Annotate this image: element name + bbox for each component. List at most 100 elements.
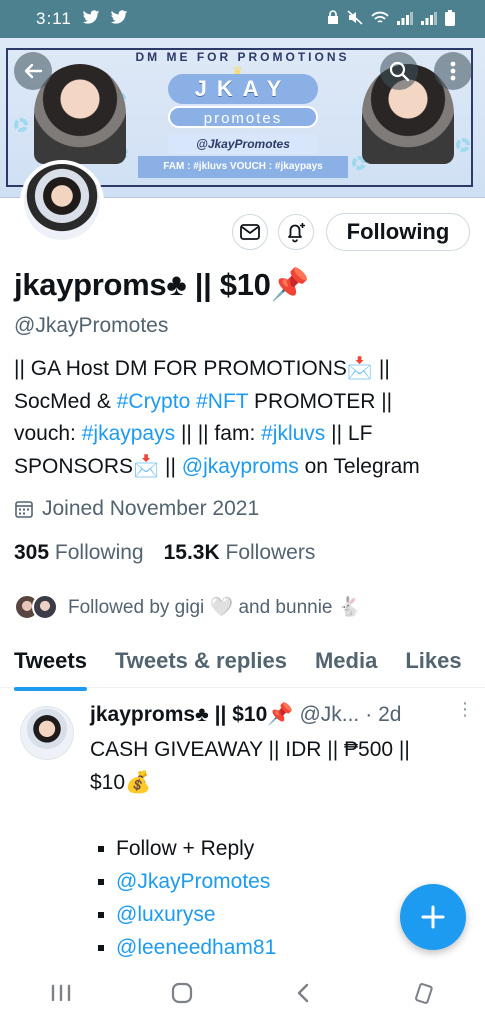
joined-text: Joined November 2021 xyxy=(42,497,260,520)
bullet-icon xyxy=(98,878,104,885)
tweet-author-handle[interactable]: @Jk... xyxy=(299,703,359,727)
bio-text: on Telegram xyxy=(298,454,420,478)
tab-tweets[interactable]: Tweets xyxy=(0,640,101,691)
wifi-icon xyxy=(371,11,389,28)
plus-icon xyxy=(421,905,445,929)
twitter-icon xyxy=(110,9,128,29)
bio-text: || LF xyxy=(325,422,373,445)
tweet-line: CASH GIVEAWAY || IDR || ₱500 || xyxy=(90,738,410,761)
tweet-text: CASH GIVEAWAY || IDR || ₱500 || $10💰 xyxy=(90,733,464,799)
status-left: 3:11 xyxy=(36,9,128,29)
tab-tweets-replies[interactable]: Tweets & replies xyxy=(101,640,301,687)
hashtag-link[interactable]: #Crypto xyxy=(117,390,191,413)
lock-icon xyxy=(327,10,339,28)
back-nav-button[interactable] xyxy=(281,971,325,1015)
bio-text: PROMOTER || xyxy=(248,389,393,413)
joined-date: Joined November 2021 xyxy=(14,497,259,521)
bullet-icon xyxy=(98,911,104,918)
mention-link[interactable]: @leeneedham81 xyxy=(116,931,276,964)
tweet-avatar[interactable] xyxy=(20,706,74,760)
mention-link[interactable]: @JkayPromotes xyxy=(116,865,270,898)
follow-stats: 305 Following 15.3K Followers xyxy=(14,541,315,565)
list-item-text: Follow + Reply xyxy=(116,837,255,860)
tweet-time: · 2d xyxy=(365,703,402,726)
home-button[interactable] xyxy=(160,971,204,1015)
rotate-button[interactable] xyxy=(402,971,446,1015)
mute-icon xyxy=(347,10,363,28)
system-nav-bar xyxy=(0,962,485,1024)
hashtag-link[interactable]: #NFT xyxy=(196,390,248,413)
bio-text: || || fam: xyxy=(175,422,262,445)
status-bar: 3:11 xyxy=(0,0,485,38)
banner-tags: FAM : #jkluvs VOUCH : #jkaypays xyxy=(138,156,348,178)
profile-bio: || GA Host DM FOR PROMOTIONS📩 || SocMed … xyxy=(14,353,472,483)
bio-text: vouch: xyxy=(14,422,82,445)
chevron-left-icon xyxy=(297,983,309,1003)
back-button[interactable] xyxy=(14,52,52,90)
battery-icon xyxy=(445,9,455,29)
signal-icon xyxy=(421,11,437,28)
notifications-button[interactable] xyxy=(278,214,314,250)
bio-text: || GA Host DM FOR PROMOTIONS📩 || xyxy=(14,357,390,380)
search-button[interactable] xyxy=(380,52,418,90)
avatar-image xyxy=(24,164,100,240)
following-stat[interactable]: 305 Following xyxy=(14,541,144,565)
followers-stat[interactable]: 15.3K Followers xyxy=(164,541,316,565)
hashtag-link[interactable]: #jkluvs xyxy=(261,422,325,445)
twitter-icon xyxy=(82,9,100,29)
home-icon xyxy=(171,982,192,1004)
compose-tweet-button[interactable] xyxy=(400,884,466,950)
status-right xyxy=(327,9,455,29)
following-label: Following xyxy=(54,541,144,564)
more-options-button[interactable] xyxy=(434,52,472,90)
bio-text: SocMed & xyxy=(14,389,117,413)
mention-link[interactable]: @jkayproms xyxy=(182,455,299,478)
message-button[interactable] xyxy=(232,214,268,250)
following-button[interactable]: Following xyxy=(326,213,470,251)
profile-handle: @JkayPromotes xyxy=(14,314,169,337)
bullet-icon xyxy=(98,845,104,852)
recent-apps-icon xyxy=(51,984,70,1002)
bio-text: SPONSORS📩 || xyxy=(14,454,182,478)
avatar xyxy=(32,594,58,620)
following-count: 305 xyxy=(14,541,50,564)
tweet-more-icon[interactable]: ⋮ xyxy=(456,700,474,724)
recent-apps-button[interactable] xyxy=(39,971,83,1015)
status-time: 3:11 xyxy=(36,9,72,28)
tweet-header: jkayproms♣ || $10📌 @Jk... · 2d xyxy=(90,703,470,727)
hashtag-link[interactable]: #jkaypays xyxy=(82,422,175,445)
display-name: jkayproms♣ || $10📌 xyxy=(14,267,309,302)
bio-line: SocMed & #Crypto #NFT PROMOTER || xyxy=(14,386,472,419)
back-arrow-icon xyxy=(24,63,43,79)
bio-line: vouch: #jkaypays || || fam: #jkluvs || L… xyxy=(14,418,472,451)
mutual-avatars xyxy=(14,594,58,620)
tab-media[interactable]: Media xyxy=(301,640,391,687)
list-item: @JkayPromotes xyxy=(98,865,276,898)
rotate-icon xyxy=(415,983,434,1004)
banner-decoration xyxy=(456,138,470,152)
banner-brand-subtitle: promotes xyxy=(168,106,318,128)
more-vertical-icon xyxy=(450,61,456,81)
calendar-icon xyxy=(15,501,33,518)
list-item: Follow + Reply xyxy=(98,832,276,865)
tweet-author-name[interactable]: jkayproms♣ || $10📌 xyxy=(90,703,293,727)
banner-decoration xyxy=(14,118,28,132)
bell-plus-icon xyxy=(288,223,305,243)
profile-avatar[interactable] xyxy=(20,160,104,244)
list-item: @leeneedham81 xyxy=(98,931,276,964)
profile-tabs: Tweets Tweets & replies Media Likes xyxy=(0,640,485,691)
banner-handle: @JkayPromotes xyxy=(168,134,318,154)
mention-link[interactable]: @luxuryse xyxy=(116,898,216,931)
banner-brand-title: JKAY xyxy=(168,74,318,104)
followers-label: Followers xyxy=(225,541,316,564)
bio-line: || GA Host DM FOR PROMOTIONS📩 || xyxy=(14,353,472,386)
followed-by-text: Followed by gigi 🤍 and bunnie 🐇 xyxy=(68,597,362,618)
followers-count: 15.3K xyxy=(163,541,220,564)
mail-icon xyxy=(240,224,260,240)
bullet-icon xyxy=(98,944,104,951)
signal-icon xyxy=(397,11,413,28)
tab-likes[interactable]: Likes xyxy=(391,640,475,687)
list-item: @luxuryse xyxy=(98,898,276,931)
followed-by[interactable]: Followed by gigi 🤍 and bunnie 🐇 xyxy=(14,594,361,620)
tweet-line: $10💰 xyxy=(90,771,152,794)
